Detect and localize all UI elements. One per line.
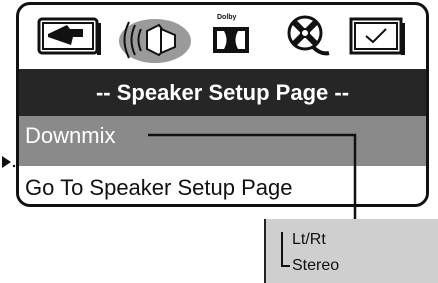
popup-bracket — [281, 232, 290, 267]
